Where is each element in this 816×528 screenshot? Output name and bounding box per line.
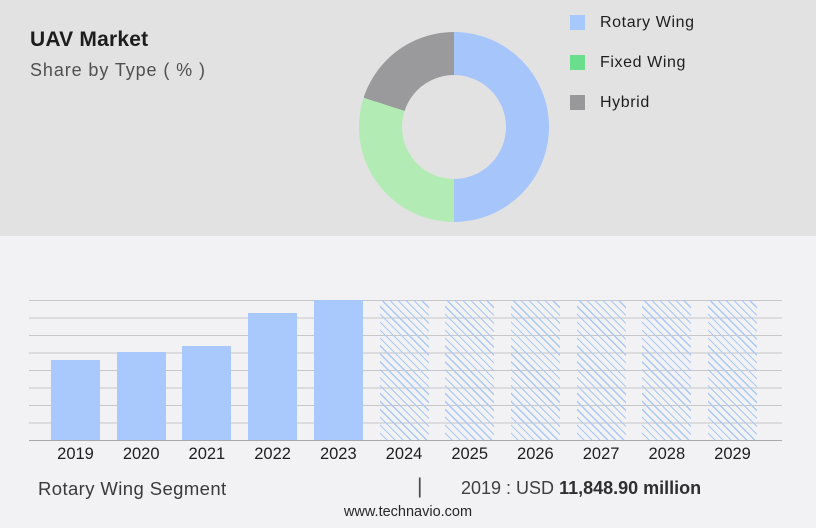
segment-title: Rotary Wing Segment	[38, 478, 227, 499]
bar-2025	[445, 300, 495, 440]
x-axis-label-2019: 2019	[57, 445, 94, 463]
x-axis-label-2026: 2026	[517, 445, 554, 463]
x-axis-label-2027: 2027	[582, 445, 620, 463]
bar-2021	[182, 346, 232, 440]
x-axis-label-2021: 2021	[188, 445, 226, 463]
donut-hole	[402, 75, 506, 179]
legend-swatch-hybrid	[570, 95, 585, 110]
donut-legend: Rotary Wing Fixed Wing Hybrid	[570, 13, 695, 135]
infographic-page: UAV Market Share by Type ( % ) Rotary Wi…	[0, 0, 816, 528]
x-axis-label-2020: 2020	[122, 445, 160, 463]
value-amount: 11,848.90 million	[559, 478, 702, 498]
bar-chart-plot	[29, 300, 782, 441]
x-axis-label-2029: 2029	[714, 445, 751, 463]
bar-2023	[313, 300, 363, 440]
bar-2027	[576, 300, 626, 440]
value-prefix: 2019 : USD	[461, 478, 555, 498]
legend-label-hybrid: Hybrid	[600, 93, 650, 111]
bar-2022	[248, 313, 298, 440]
footer-divider: |	[417, 475, 423, 498]
legend-item-hybrid: Hybrid	[570, 93, 695, 111]
bar-chart-xlabels: 2019 2020 2021 2022 2023 2024 2025 2026 2027 2028…	[29, 445, 782, 465]
bar-2019	[51, 360, 100, 440]
x-axis-label-2023: 2023	[319, 445, 357, 463]
header-section: UAV Market Share by Type ( % ) Rotary Wi…	[0, 0, 816, 236]
title-block: UAV Market Share by Type ( % )	[30, 28, 206, 81]
page-subtitle: Share by Type ( % )	[30, 60, 206, 80]
bar-2028	[642, 300, 692, 440]
website-url: www.technavio.com	[343, 504, 473, 520]
x-axis-label-2025: 2025	[451, 445, 489, 463]
legend-swatch-rotary-wing	[570, 15, 585, 30]
legend-swatch-fixed-wing	[570, 55, 585, 70]
legend-label-rotary-wing: Rotary Wing	[600, 13, 695, 31]
bar-2020	[116, 352, 166, 440]
legend-item-rotary-wing: Rotary Wing	[570, 13, 695, 31]
bar-2026	[510, 300, 560, 440]
donut-chart	[359, 32, 549, 222]
legend-item-fixed-wing: Fixed Wing	[570, 53, 695, 71]
bar-chart-section: 2019 2020 2021 2022 2023 2024 2025 2026 2027 2028…	[0, 236, 816, 528]
value-line: 2019 : USD 11,848.90 million	[461, 478, 701, 499]
legend-label-fixed-wing: Fixed Wing	[600, 53, 687, 71]
x-axis-label-2022: 2022	[254, 445, 291, 463]
x-axis-label-2028: 2028	[648, 445, 686, 463]
bar-2029	[708, 300, 757, 440]
page-title: UAV Market	[30, 28, 149, 51]
x-axis-label-2024: 2024	[385, 445, 423, 463]
bar-2024	[379, 300, 429, 440]
